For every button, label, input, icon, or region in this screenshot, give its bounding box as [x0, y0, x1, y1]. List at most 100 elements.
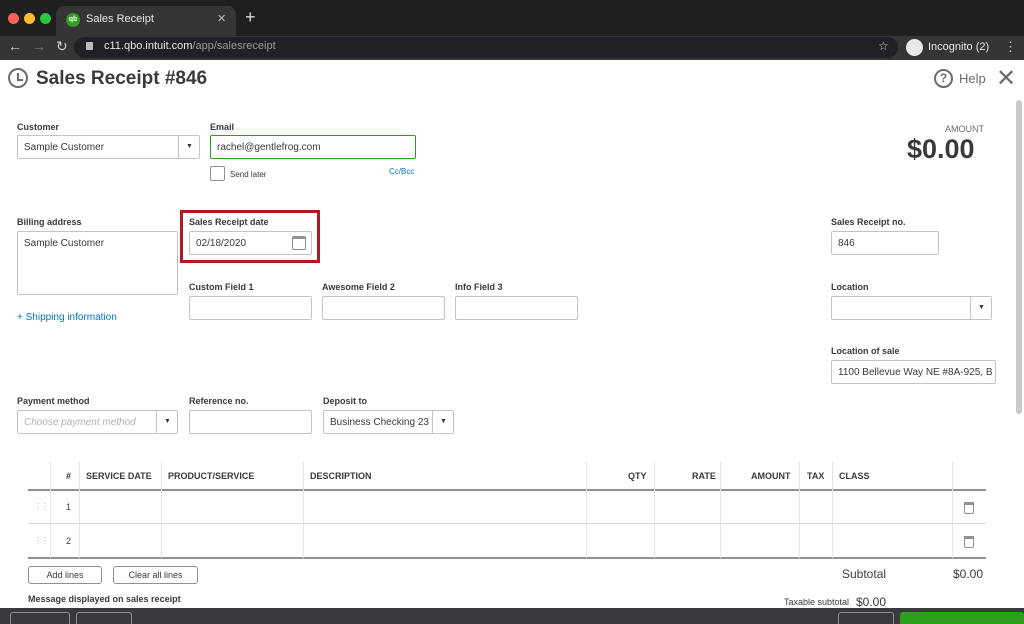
chevron-down-icon[interactable]: ▼ [156, 411, 177, 433]
message-label: Message displayed on sales receipt [28, 594, 181, 604]
trash-icon[interactable] [964, 536, 974, 548]
row-number: 2 [66, 536, 72, 546]
calendar-icon[interactable] [292, 236, 306, 250]
taxable-subtotal-label: Taxable subtotal [784, 597, 850, 607]
location-of-sale-value: 1100 Bellevue Way NE #8A-925, B [838, 367, 993, 378]
tab-title: Sales Receipt [86, 13, 154, 25]
header-divider [28, 489, 986, 491]
payment-method-select[interactable]: Choose payment method ▼ [17, 410, 178, 434]
awesome-field-2-input[interactable] [322, 296, 445, 320]
receipt-no-field[interactable]: 846 [831, 231, 939, 255]
chevron-down-icon[interactable]: ▼ [178, 136, 199, 158]
receipt-no-value: 846 [838, 238, 855, 249]
drag-handle-icon[interactable]: ⋮⋮ [34, 536, 49, 545]
column-header-qty: QTY [628, 471, 647, 481]
location-select[interactable]: ▼ [831, 296, 992, 320]
send-later-label: Send later [230, 170, 267, 179]
browser-tab-bar: qb Sales Receipt × + [0, 0, 1024, 36]
customer-select[interactable]: Sample Customer ▼ [17, 135, 200, 159]
subtotal-value: $0.00 [953, 567, 984, 581]
incognito-icon[interactable] [906, 39, 923, 56]
footer-save-button[interactable] [838, 612, 894, 624]
customer-value: Sample Customer [24, 142, 105, 153]
table-bottom-divider [28, 557, 986, 559]
column-header-tax: TAX [807, 471, 825, 481]
column-header-class: CLASS [839, 471, 870, 481]
back-icon[interactable]: ← [8, 38, 22, 54]
awesome-field-2-label: Awesome Field 2 [322, 282, 395, 292]
browser-tab[interactable]: qb Sales Receipt × [56, 6, 236, 36]
forward-icon[interactable]: → [32, 38, 46, 54]
shipping-information-link[interactable]: + Shipping information [17, 312, 117, 323]
row-number: 1 [66, 502, 72, 512]
payment-method-placeholder: Choose payment method [24, 417, 136, 428]
receipt-date-field[interactable]: 02/18/2020 [189, 231, 312, 255]
email-field[interactable]: rachel@gentlefrog.com [210, 135, 416, 159]
billing-address-value: Sample Customer [24, 238, 105, 249]
row-divider [28, 523, 986, 524]
subtotal-label: Subtotal [842, 567, 887, 581]
chevron-down-icon[interactable]: ▼ [970, 297, 991, 319]
info-field-3-label: Info Field 3 [455, 282, 503, 292]
tab-close-icon[interactable]: × [217, 10, 226, 27]
help-icon[interactable]: ? [934, 69, 953, 88]
email-label: Email [210, 122, 235, 132]
browser-menu-icon[interactable]: ⋮ [1004, 39, 1017, 55]
column-header-rate: RATE [692, 471, 716, 481]
save-and-close-button[interactable] [900, 612, 1024, 624]
help-label[interactable]: Help [959, 71, 986, 86]
bookmark-star-icon[interactable]: ☆ [878, 39, 889, 53]
location-label: Location [831, 282, 869, 292]
receipt-date-label: Sales Receipt date [189, 217, 269, 227]
deposit-to-value: Business Checking 23 [330, 417, 429, 428]
amount-label: AMOUNT [945, 124, 984, 134]
window-close-button[interactable] [8, 13, 19, 24]
billing-address-field[interactable]: Sample Customer [17, 231, 178, 295]
recent-transactions-icon[interactable] [8, 68, 28, 88]
page-title: Sales Receipt #846 [36, 68, 208, 89]
info-field-3-input[interactable] [455, 296, 578, 320]
location-of-sale-label: Location of sale [831, 346, 900, 356]
billing-address-label: Billing address [17, 217, 82, 227]
reload-icon[interactable]: ↻ [56, 38, 68, 55]
deposit-to-select[interactable]: Business Checking 23 ▼ [323, 410, 454, 434]
reference-no-input[interactable] [189, 410, 312, 434]
cc-bcc-link[interactable]: Cc/Bcc [389, 167, 414, 176]
window-maximize-button[interactable] [40, 13, 51, 24]
url-path: /app/salesreceipt [192, 40, 276, 52]
column-header-service-date: SERVICE DATE [86, 471, 152, 481]
url-input[interactable]: c11.qbo.intuit.com/app/salesreceipt [74, 37, 898, 58]
column-header-description: DESCRIPTION [310, 471, 372, 481]
custom-field-1-label: Custom Field 1 [189, 282, 254, 292]
receipt-no-label: Sales Receipt no. [831, 217, 906, 227]
browser-address-bar: ← → ↻ c11.qbo.intuit.com/app/salesreceip… [0, 36, 1024, 60]
deposit-to-label: Deposit to [323, 396, 367, 406]
amount-value: $0.00 [907, 134, 975, 164]
lock-icon [86, 42, 93, 50]
close-icon[interactable]: ✕ [996, 64, 1016, 93]
custom-field-1-input[interactable] [189, 296, 312, 320]
location-of-sale-field[interactable]: 1100 Bellevue Way NE #8A-925, B [831, 360, 996, 384]
add-lines-button[interactable]: Add lines [28, 566, 102, 584]
scrollbar[interactable] [1016, 100, 1022, 414]
email-value: rachel@gentlefrog.com [217, 142, 321, 153]
footer-clear-button[interactable] [76, 612, 132, 624]
taxable-subtotal-value: $0.00 [856, 595, 887, 609]
send-later-checkbox[interactable] [210, 166, 225, 181]
receipt-date-value: 02/18/2020 [196, 238, 247, 249]
window-minimize-button[interactable] [24, 13, 35, 24]
column-header-amount: AMOUNT [751, 471, 791, 481]
clear-all-lines-button[interactable]: Clear all lines [113, 566, 198, 584]
quickbooks-favicon-icon: qb [66, 13, 80, 27]
trash-icon[interactable] [964, 502, 974, 514]
footer-cancel-button[interactable] [10, 612, 70, 624]
column-header-product: PRODUCT/SERVICE [168, 471, 255, 481]
chevron-down-icon[interactable]: ▼ [432, 411, 453, 433]
customer-label: Customer [17, 122, 60, 132]
new-tab-icon[interactable]: + [245, 7, 256, 28]
payment-method-label: Payment method [17, 396, 90, 406]
profile-label[interactable]: Incognito (2) [928, 41, 989, 53]
drag-handle-icon[interactable]: ⋮⋮ [34, 502, 49, 511]
reference-no-label: Reference no. [189, 396, 249, 406]
column-header-num: # [66, 471, 72, 481]
